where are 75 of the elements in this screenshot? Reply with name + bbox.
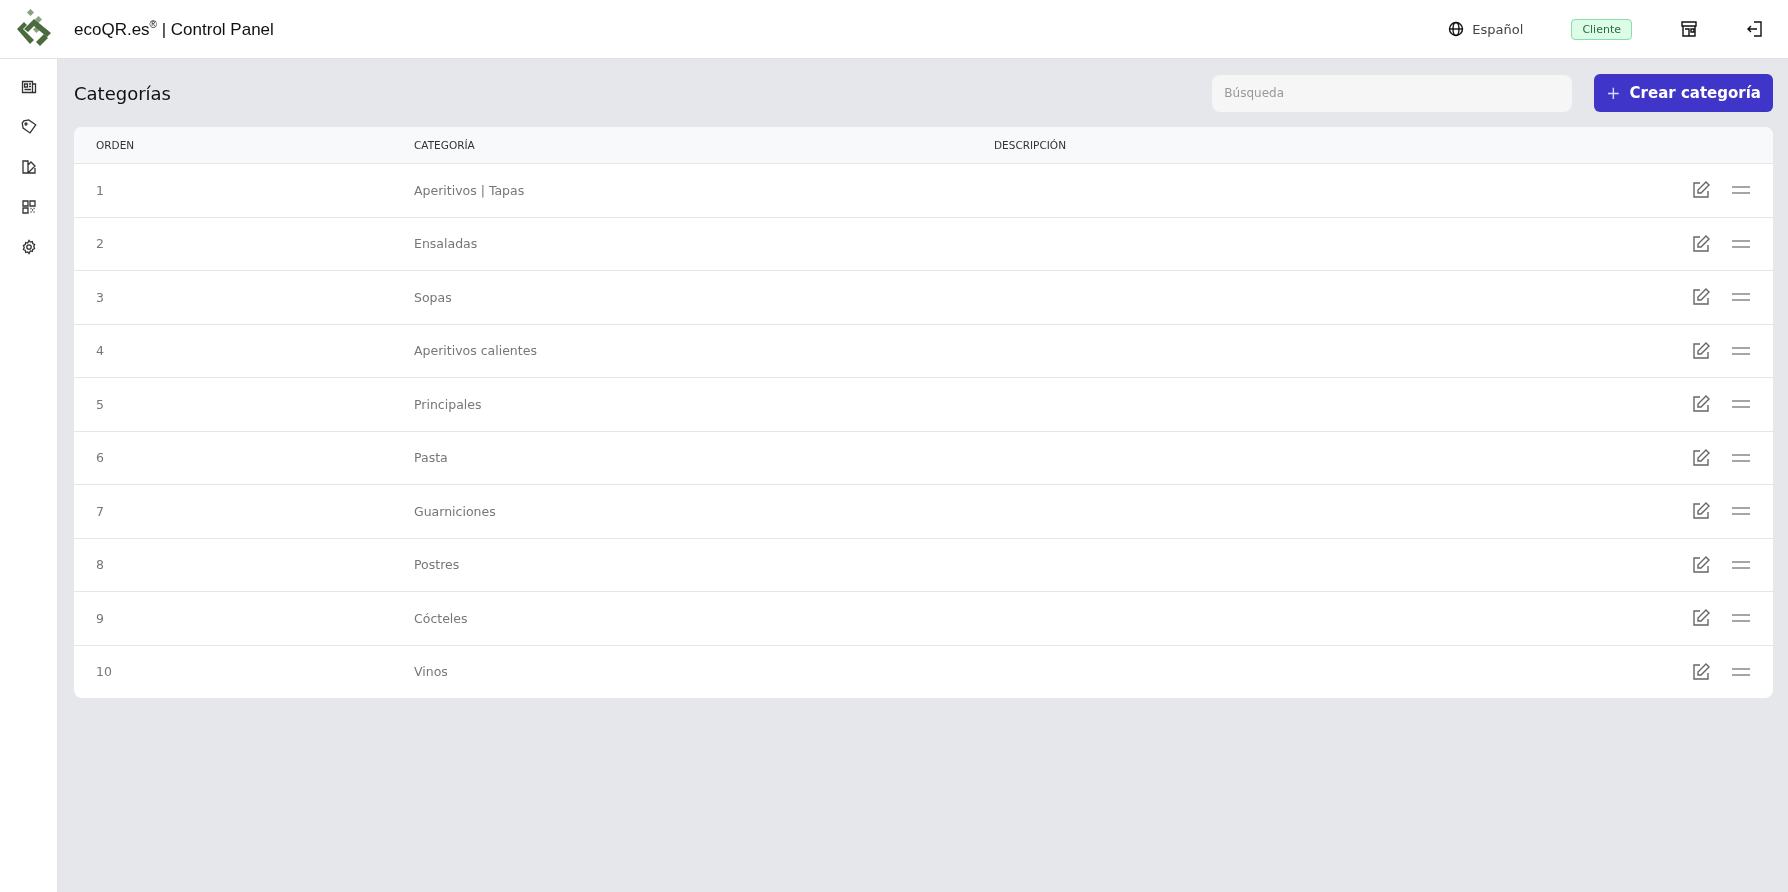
page-title: Categorías: [74, 82, 171, 104]
tags-nav-button[interactable]: [20, 119, 37, 135]
drag-handle-icon: [1731, 613, 1751, 624]
logout-icon: [1746, 20, 1764, 38]
edit-icon: [1691, 608, 1711, 629]
qr-nav-button[interactable]: [20, 199, 37, 215]
column-header: ORDEN: [95, 139, 136, 151]
language-selector[interactable]: Español: [1448, 21, 1524, 37]
app-title: ecoQR.es$^{®}$ | Control Panel: [74, 18, 274, 40]
edit-icon: [1691, 287, 1711, 308]
table-cell-text: Pasta: [413, 450, 449, 466]
column-header: CATEGORÍA: [413, 139, 476, 151]
table-cell-text: 4: [95, 343, 105, 359]
edit-button[interactable]: [1691, 233, 1711, 254]
table-cell-text: 6: [95, 450, 105, 466]
edit-button[interactable]: [1691, 394, 1711, 415]
table-cell-text: Guarniciones: [413, 503, 497, 519]
design-nav-button[interactable]: [20, 159, 37, 175]
create-category-button[interactable]: + Crear categoría: [1594, 74, 1773, 112]
table-cell-text: 10: [95, 664, 113, 680]
drag-handle-icon: [1731, 185, 1751, 196]
edit-button[interactable]: [1691, 447, 1711, 468]
store-icon: [1680, 20, 1698, 38]
edit-button[interactable]: [1691, 608, 1711, 629]
qr-code-icon: [20, 199, 37, 215]
menu-nav-button[interactable]: [20, 79, 37, 95]
edit-button[interactable]: [1691, 661, 1711, 682]
store-button[interactable]: [1680, 20, 1698, 38]
table-cell-text: 1: [95, 182, 105, 198]
column-header: DESCRIPCIÓN: [993, 139, 1067, 151]
edit-icon: [1691, 394, 1711, 415]
drag-handle-icon: [1731, 559, 1751, 570]
table-cell-text: Vinos: [413, 664, 449, 680]
edit-button[interactable]: [1691, 554, 1711, 575]
globe-icon: [1448, 21, 1465, 37]
drag-handle-icon: [1731, 506, 1751, 517]
drag-handle-icon: [1731, 452, 1751, 463]
settings-icon: [20, 239, 37, 255]
edit-icon: [1691, 233, 1711, 254]
table-cell-text: 3: [95, 289, 105, 305]
table-cell-text: Principales: [413, 396, 483, 412]
logout-button[interactable]: [1746, 20, 1764, 38]
edit-button[interactable]: [1691, 180, 1711, 201]
drag-handle-icon: [1731, 292, 1751, 303]
table-cell-text: 8: [95, 557, 105, 573]
table-cell-text: Cócteles: [413, 610, 469, 626]
table-cell-text: 7: [95, 503, 105, 519]
table-cell-text: Postres: [413, 557, 461, 573]
table-cell-text: 9: [95, 610, 105, 626]
swatch-icon: [20, 159, 37, 175]
table-cell-text: Aperitivos | Tapas: [413, 182, 526, 198]
edit-icon: [1691, 501, 1711, 522]
edit-button[interactable]: [1691, 287, 1711, 308]
logo-icon: [14, 9, 54, 49]
edit-icon: [1691, 447, 1711, 468]
tag-icon: [20, 119, 37, 135]
table-cell-text: 2: [95, 236, 105, 252]
table-cell-text: Ensaladas: [413, 236, 479, 252]
search-field[interactable]: Búsqueda: [1212, 74, 1573, 112]
settings-nav-button[interactable]: [20, 239, 37, 255]
edit-icon: [1691, 554, 1711, 575]
edit-button[interactable]: [1691, 340, 1711, 361]
table-cell-text: Aperitivos calientes: [413, 343, 538, 359]
role-badge: Cliente: [1571, 18, 1632, 40]
drag-handle-icon: [1731, 666, 1751, 677]
drag-handle-icon: [1731, 345, 1751, 356]
drag-handle-icon: [1731, 238, 1751, 249]
table-cell-text: Sopas: [413, 289, 453, 305]
edit-icon: [1691, 340, 1711, 361]
drag-handle-icon: [1731, 399, 1751, 410]
table-cell-text: 5: [95, 396, 105, 412]
edit-icon: [1691, 661, 1711, 682]
newspaper-icon: [20, 79, 37, 95]
edit-button[interactable]: [1691, 501, 1711, 522]
edit-icon: [1691, 180, 1711, 201]
